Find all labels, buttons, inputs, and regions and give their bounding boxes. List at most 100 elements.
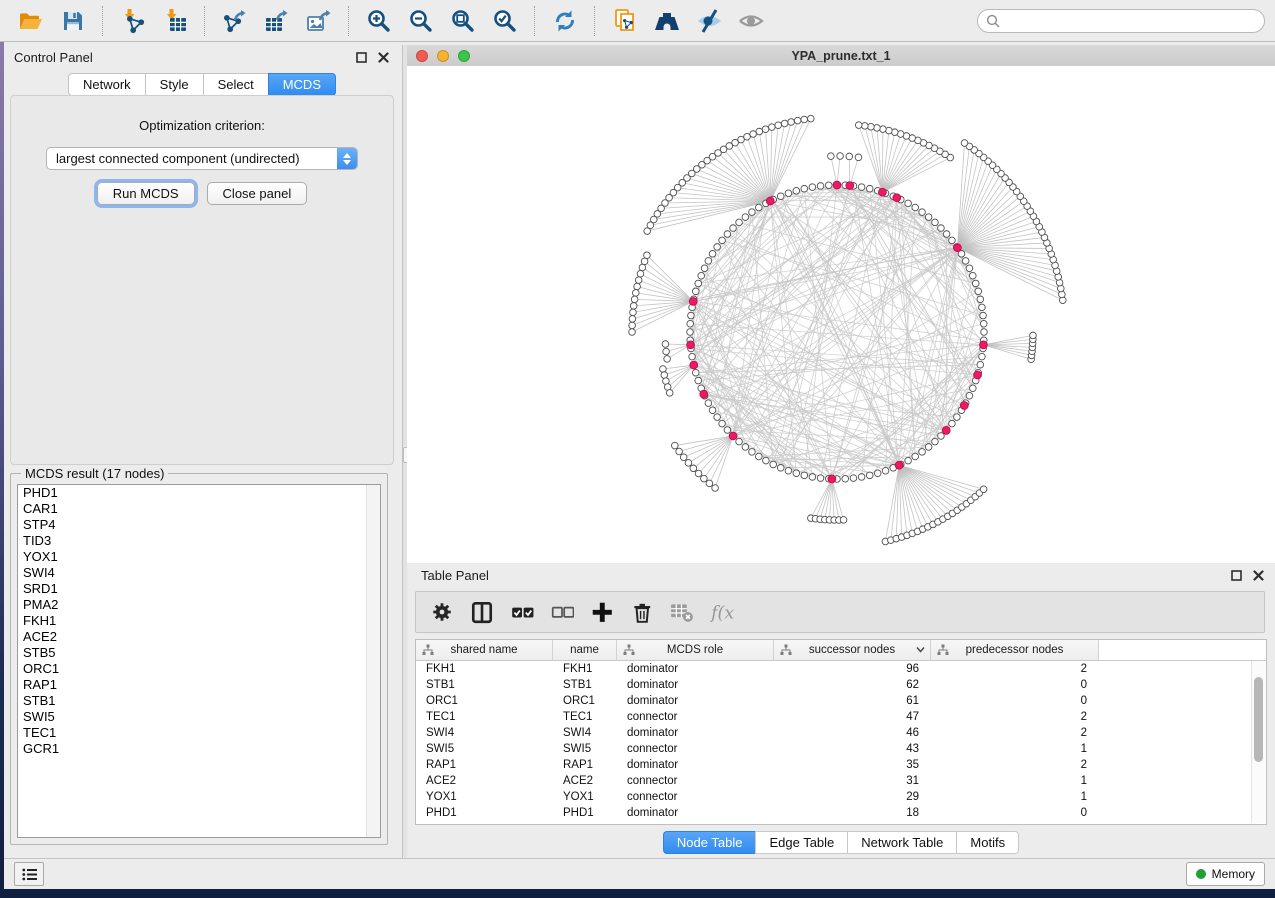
table-row[interactable]: ORC1ORC1dominator610 [416,693,1266,709]
mcds-result-item[interactable]: TEC1 [18,725,380,741]
add-column-icon-button[interactable] [588,599,616,625]
zoom-in-icon-button[interactable] [364,6,394,36]
tab-mcds[interactable]: MCDS [268,73,336,96]
mcds-result-item[interactable]: YOX1 [18,549,380,565]
delete-column-icon-button[interactable] [628,599,656,625]
graphics-details-icon-button[interactable] [694,6,724,36]
mcds-result-list[interactable]: PHD1CAR1STP4TID3YOX1SWI4SRD1PMA2FKH1ACE2… [17,484,381,838]
optimization-criterion-dropdown[interactable]: largest connected component (undirected) [46,147,358,170]
table-tabs: Node TableEdge TableNetwork TableMotifs [407,831,1275,854]
result-list-scrollbar[interactable] [366,485,380,837]
cell-name: ORC1 [553,695,617,707]
cell-predecessor-nodes: 1 [931,743,1099,755]
table-row[interactable]: YOX1YOX1connector291 [416,789,1266,805]
run-mcds-button[interactable]: Run MCDS [97,182,195,205]
search-input[interactable] [1006,13,1256,29]
tab-node-table[interactable]: Node Table [663,831,756,854]
table-row[interactable]: SWI5SWI5connector431 [416,741,1266,757]
hide-selected-icon-button[interactable] [736,6,766,36]
task-history-button[interactable] [14,862,44,886]
memory-button[interactable]: Memory [1186,862,1265,886]
network-canvas[interactable] [407,66,1275,563]
node-table: shared name nameMCDS rolesuccessor nodesp… [415,639,1267,825]
open-icon-button[interactable] [16,6,46,36]
delete-table-icon-button [668,599,696,625]
column-header-successor-nodes[interactable]: successor nodes [774,640,931,660]
column-header-name[interactable]: name [553,640,617,660]
refresh-icon-button[interactable] [550,6,580,36]
table-row[interactable]: STB1STB1dominator620 [416,677,1266,693]
copy-style-icon-button[interactable] [610,6,640,36]
mcds-result-item[interactable]: SWI4 [18,565,380,581]
cell-predecessor-nodes: 2 [931,663,1099,675]
close-panel-button[interactable]: Close panel [207,182,308,205]
mcds-result-item[interactable]: CAR1 [18,501,380,517]
table-row[interactable]: RAP1RAP1dominator352 [416,757,1266,773]
list-icon [22,868,37,881]
tab-edge-table[interactable]: Edge Table [755,831,847,854]
float-table-panel-icon[interactable] [1229,568,1243,582]
table-row[interactable]: ACE2ACE2connector311 [416,773,1266,789]
mcds-result-item[interactable]: TID3 [18,533,380,549]
tab-motifs[interactable]: Motifs [956,831,1019,854]
cell-successor-nodes: 29 [774,791,931,803]
mcds-result-item[interactable]: STP4 [18,517,380,533]
column-header-MCDS-role[interactable]: MCDS role [617,640,774,660]
mcds-result-item[interactable]: STB1 [18,693,380,709]
column-header-shared-name[interactable]: shared name [416,640,553,660]
tab-network-table[interactable]: Network Table [847,831,956,854]
mcds-result-item[interactable]: FKH1 [18,613,380,629]
cell-name: PHD1 [553,807,617,819]
tab-style[interactable]: Style [145,73,203,96]
import-table-icon-button[interactable] [160,6,190,36]
table-row[interactable]: SWI4SWI4dominator462 [416,725,1266,741]
column-header-label: shared name [450,644,517,656]
mcds-result-item[interactable]: GCR1 [18,741,380,757]
zoom-selected-icon-button[interactable] [490,6,520,36]
table-scrollbar[interactable] [1251,661,1265,823]
mcds-result-item[interactable]: ACE2 [18,629,380,645]
close-table-panel-icon[interactable] [1251,568,1265,582]
cell-predecessor-nodes: 2 [931,759,1099,771]
mcds-result-item[interactable]: SWI5 [18,709,380,725]
column-header-predecessor-nodes[interactable]: predecessor nodes [931,640,1099,660]
settings-icon-button[interactable] [428,599,456,625]
tab-select[interactable]: Select [203,73,268,96]
delete-table-icon [670,600,694,624]
table-row[interactable]: TEC1TEC1connector472 [416,709,1266,725]
table-scrollbar-thumb[interactable] [1254,677,1263,762]
mcds-result-item[interactable]: PHD1 [18,485,380,501]
zoom-fit-icon-button[interactable] [448,6,478,36]
mcds-result-item[interactable]: SRD1 [18,581,380,597]
cell-MCDS-role: connector [617,743,774,755]
float-panel-icon[interactable] [354,50,368,64]
mcds-result-item[interactable]: STB5 [18,645,380,661]
deselect-all-icon-button[interactable] [548,599,576,625]
mcds-result-item[interactable]: PMA2 [18,597,380,613]
first-neighbors-icon-button[interactable] [652,6,682,36]
zoom-out-icon-button[interactable] [406,6,436,36]
export-table-icon-button[interactable] [262,6,292,36]
export-image-icon-button[interactable] [304,6,334,36]
select-all-icon-button[interactable] [508,599,536,625]
cell-name: STB1 [553,679,617,691]
mcds-result-item[interactable]: RAP1 [18,677,380,693]
show-columns-icon-button[interactable] [468,599,496,625]
close-panel-icon[interactable] [376,50,390,64]
network-window-titlebar[interactable]: YPA_prune.txt_1 [407,45,1275,67]
deselect-all-icon [550,600,574,624]
column-type-icon [623,644,635,656]
table-row[interactable]: FKH1FKH1dominator962 [416,661,1266,677]
mcds-result-item[interactable]: ORC1 [18,661,380,677]
network-graph[interactable] [407,66,1275,563]
network-search-box[interactable] [977,9,1265,33]
export-table-icon [264,8,290,34]
desktop-wallpaper: Control Panel NetworkStyleSelectMCDS Opt… [0,0,1275,898]
table-row[interactable]: PHD1PHD1dominator180 [416,805,1266,821]
tab-network[interactable]: Network [68,73,145,96]
save-icon-button[interactable] [58,6,88,36]
export-network-icon-button[interactable] [220,6,250,36]
cell-MCDS-role: connector [617,775,774,787]
export-network-icon [222,8,248,34]
import-network-icon-button[interactable] [118,6,148,36]
